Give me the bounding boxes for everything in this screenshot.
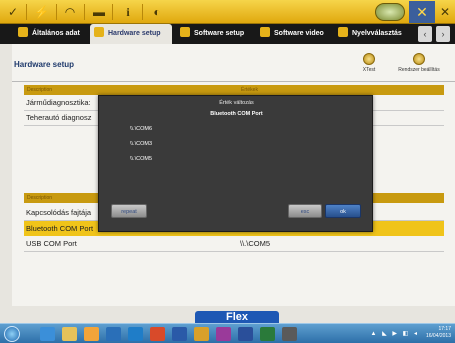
table-cell-value: \\.\COM5	[240, 239, 271, 248]
app-icon[interactable]	[216, 327, 231, 341]
tab-software-setup[interactable]: Software setup	[176, 24, 252, 44]
dialog-subtitle: Bluetooth COM Port	[210, 111, 263, 117]
video-icon	[260, 27, 270, 37]
table-row[interactable]: Teherautó diagnosz	[26, 113, 91, 122]
xtest-button[interactable]: XTest	[346, 53, 392, 79]
wifi-icon[interactable]: ◠	[63, 3, 77, 21]
folder-icon[interactable]: ▬	[92, 3, 106, 21]
divider	[12, 81, 455, 82]
close-icon[interactable]: ✕	[438, 2, 452, 22]
browser-icon[interactable]	[40, 327, 55, 341]
flag-icon	[338, 27, 348, 37]
tab-language[interactable]: Nyelvválasztás	[334, 24, 414, 44]
app-icon[interactable]	[282, 327, 297, 341]
power-icon[interactable]: ◐	[150, 3, 164, 21]
table-row-selected[interactable]: Bluetooth COM Port	[26, 224, 93, 233]
page-title: Hardware setup	[14, 60, 75, 69]
column-header-description: Description	[27, 87, 53, 93]
signal-icon[interactable]: ⚡	[34, 3, 49, 21]
folder-icon[interactable]	[62, 327, 77, 341]
vehicle-diagnostics-icon[interactable]: ✓	[6, 3, 20, 21]
table-row[interactable]: USB COM Port	[26, 239, 77, 248]
com-port-option[interactable]: \\.\COM3	[130, 141, 152, 147]
search-app-icon[interactable]	[172, 327, 187, 341]
excel-icon[interactable]	[260, 327, 275, 341]
column-header-description: Description	[27, 195, 53, 201]
flex-app-icon[interactable]	[194, 327, 209, 341]
document-icon	[180, 27, 190, 37]
tab-scroll-right-icon[interactable]: ›	[436, 26, 450, 42]
settings-icon	[413, 53, 425, 65]
row-divider	[24, 251, 444, 252]
esc-button[interactable]: esc	[288, 204, 322, 218]
table-row[interactable]: Járműdiagnosztika:	[26, 98, 91, 107]
tab-scroll-left-icon[interactable]: ‹	[418, 26, 432, 42]
column-header-values: Értékek	[241, 87, 258, 93]
photoshop-icon[interactable]	[106, 327, 121, 341]
tab-software-video[interactable]: Software video	[256, 24, 330, 44]
dialog-title: Érték változás	[219, 100, 254, 106]
image-viewer-icon[interactable]	[128, 327, 143, 341]
value-change-dialog: Érték változás Bluetooth COM Port \\.\CO…	[98, 95, 373, 232]
app-icon[interactable]	[150, 327, 165, 341]
clock[interactable]: 17:17 16/04/2013	[426, 326, 451, 340]
table-header: Description Értékek	[24, 85, 444, 95]
tools-icon[interactable]: ✕	[409, 1, 435, 23]
start-button[interactable]	[4, 326, 20, 342]
tab-general-data[interactable]: Általános adat	[14, 24, 86, 44]
xtest-icon	[363, 53, 375, 65]
gear-icon	[94, 27, 104, 37]
media-player-icon[interactable]	[84, 327, 99, 341]
word-icon[interactable]	[238, 327, 253, 341]
brand-label: Flex	[195, 311, 279, 323]
com-port-option[interactable]: \\.\COM6	[130, 126, 152, 132]
tab-hardware-setup[interactable]: Hardware setup	[90, 24, 172, 44]
car-icon	[18, 27, 28, 37]
brand-logo	[375, 3, 405, 21]
system-tray-icons[interactable]: ▲ ◣ ▶ ◧ ◂	[370, 330, 419, 337]
info-icon[interactable]: i	[121, 3, 135, 21]
com-port-option[interactable]: \\.\COM5	[130, 156, 152, 162]
table-row[interactable]: Kapcsolódás fajtája	[26, 208, 91, 217]
ok-button[interactable]: ok	[325, 204, 361, 218]
taskbar: ▲ ◣ ▶ ◧ ◂ 17:17 16/04/2013	[0, 323, 455, 343]
repeat-button[interactable]: repeat	[111, 204, 147, 218]
top-toolbar: ✓ ⚡ ◠ ▬ i ◐ ✕ ✕	[0, 0, 455, 24]
tab-bar: Általános adat Hardware setup Software s…	[0, 24, 455, 44]
system-settings-button[interactable]: Rendszer beállítás	[396, 53, 442, 79]
